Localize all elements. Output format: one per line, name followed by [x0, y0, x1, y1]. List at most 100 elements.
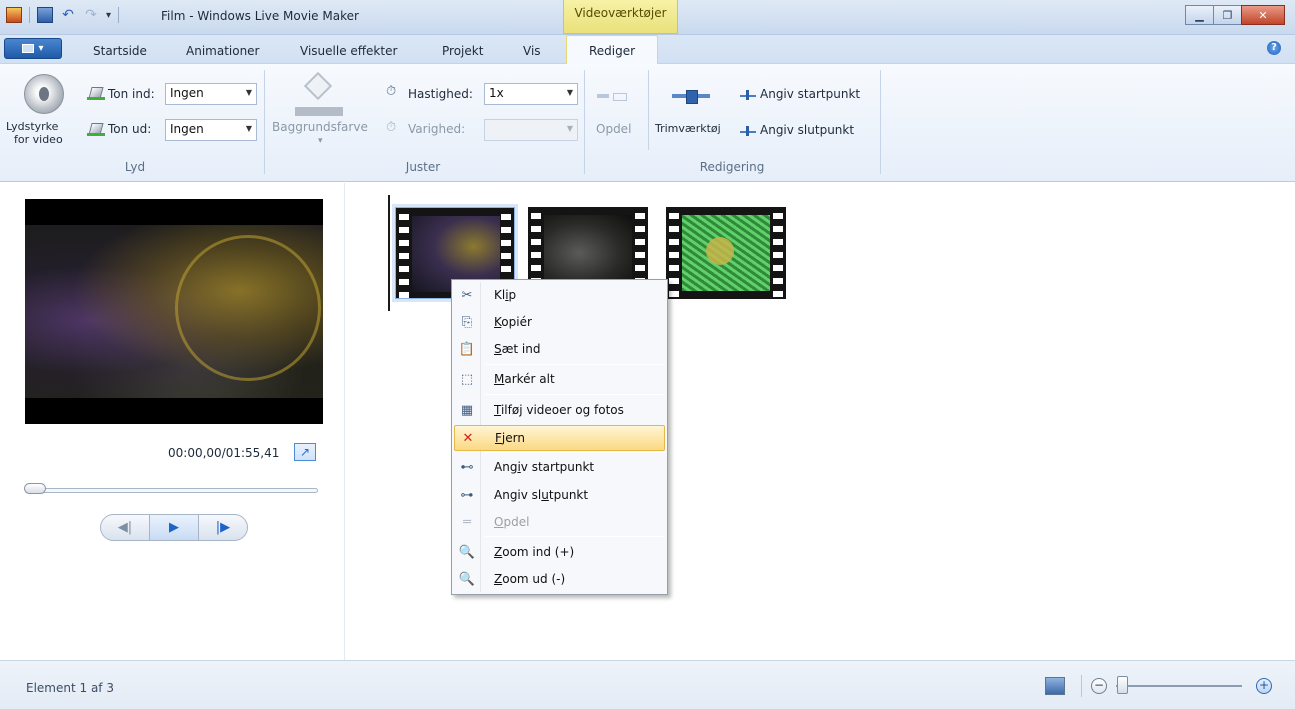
next-frame-button[interactable]: |▶ [199, 515, 247, 540]
chevron-down-icon: ▼ [245, 88, 252, 97]
menu-item-label: Angiv slutpunkt [494, 488, 589, 502]
save-icon[interactable] [37, 7, 53, 23]
tab-animationer[interactable]: Animationer [186, 44, 260, 58]
window-controls: ▁ ❐ ✕ [1185, 5, 1285, 25]
qat-customize-dropdown-icon[interactable]: ▾ [106, 10, 111, 21]
background-color-icon [292, 71, 346, 118]
title-bar: ↶ ↷ ▾ Film - Windows Live Movie Maker Vi… [0, 0, 1295, 35]
menu-item-remove[interactable]: ✕ Fjern [454, 425, 665, 451]
window-title: Film - Windows Live Movie Maker [161, 9, 359, 23]
group-separator [584, 70, 585, 174]
menu-item-zoom-in[interactable]: 🔍 Zoom ind (+) [454, 539, 665, 565]
menu-separator [485, 394, 665, 395]
trim-tool-icon [672, 90, 710, 104]
fade-in-value: Ingen [170, 86, 204, 100]
speed-dropdown[interactable]: 1x ▼ [484, 83, 578, 105]
status-separator [1081, 675, 1082, 697]
tab-startside[interactable]: Startside [93, 44, 147, 58]
split-button[interactable]: Opdel [596, 122, 631, 136]
menu-item-label: Fjern [495, 431, 525, 445]
app-icon[interactable] [6, 7, 22, 23]
status-bar: Element 1 af 3 − + [0, 660, 1295, 709]
menu-item-label: Markér alt [494, 372, 555, 386]
menu-item-add-videos-photos[interactable]: ▦ Tilføj videoer og fotos [454, 397, 665, 423]
video-volume-icon[interactable] [24, 74, 64, 114]
zoom-slider[interactable] [1116, 685, 1242, 687]
menu-item-label: Sæt ind [494, 342, 541, 356]
menu-item-label: Zoom ind (+) [494, 545, 575, 559]
fade-in-icon [87, 86, 105, 100]
menu-item-label: Kopiér [494, 315, 532, 329]
zoom-in-button[interactable]: + [1256, 678, 1272, 694]
storyboard-clip[interactable] [666, 207, 786, 299]
play-button[interactable]: ▶ [149, 515, 199, 540]
zoom-out-button[interactable]: − [1091, 678, 1107, 694]
menu-item-zoom-out[interactable]: 🔍 Zoom ud (-) [454, 566, 665, 592]
file-menu-button[interactable]: ▾ [4, 38, 62, 59]
help-icon[interactable]: ? [1267, 41, 1281, 55]
menu-separator [485, 364, 665, 365]
ribbon-panel: Lydstyrke for video Ton ind: Ingen ▼ Ton… [0, 64, 1295, 182]
chevron-down-icon: ▼ [245, 124, 252, 133]
speed-value: 1x [489, 86, 504, 100]
tab-rediger[interactable]: Rediger [566, 35, 659, 65]
menu-item-select-all[interactable]: ⬚ Markér alt [454, 366, 665, 392]
video-frame [25, 225, 323, 398]
undo-icon[interactable]: ↶ [60, 7, 76, 23]
fade-in-dropdown[interactable]: Ingen ▼ [165, 83, 257, 105]
video-preview[interactable] [25, 199, 323, 424]
zoom-slider-handle[interactable] [1117, 676, 1128, 694]
seek-bar[interactable] [26, 488, 318, 493]
film-perforation [773, 209, 783, 297]
duration-icon: ⏱ [386, 120, 397, 135]
menu-item-split[interactable]: ═ Opdel [454, 509, 665, 535]
set-end-point-button[interactable]: Angiv slutpunkt [760, 123, 854, 137]
zoom-out-icon: 🔍 [458, 571, 476, 587]
set-start-point-button[interactable]: Angiv startpunkt [760, 87, 860, 101]
fade-out-icon [87, 122, 105, 136]
context-tab-group: Videoværktøjer [563, 0, 678, 34]
tab-visuelle-effekter[interactable]: Visuelle effekter [300, 44, 397, 58]
fullscreen-button[interactable]: ↗ [294, 443, 316, 461]
fade-in-label: Ton ind: [108, 87, 155, 101]
select-all-icon: ⬚ [460, 371, 474, 387]
film-perforation [399, 210, 409, 298]
menu-separator [485, 536, 665, 537]
restore-button[interactable]: ❐ [1213, 5, 1242, 25]
menu-item-cut[interactable]: ✂ Klip [454, 282, 665, 308]
minimize-button[interactable]: ▁ [1185, 5, 1214, 25]
video-volume-label-line1[interactable]: Lydstyrke [6, 120, 58, 133]
menu-item-set-end-point[interactable]: ⊶ Angiv slutpunkt [454, 482, 665, 508]
menu-item-label: Tilføj videoer og fotos [494, 403, 624, 417]
thumbnail-size-icon[interactable] [1045, 677, 1065, 695]
seek-handle[interactable] [24, 483, 46, 494]
menu-item-copy[interactable]: ⎘ Kopiér [454, 309, 665, 335]
file-menu-icon [22, 44, 35, 53]
duration-dropdown[interactable]: ▼ [484, 119, 578, 141]
playback-controls: ◀| ▶ |▶ [100, 514, 248, 541]
scissors-icon: ✂ [461, 287, 473, 303]
redo-icon[interactable]: ↷ [83, 7, 99, 23]
add-media-icon: ▦ [460, 402, 474, 418]
insertion-cursor [388, 195, 390, 311]
menu-item-paste[interactable]: 📋 Sæt ind [454, 336, 665, 362]
set-start-point-icon [740, 90, 756, 100]
video-volume-label-line2[interactable]: for video [14, 133, 63, 146]
menu-item-set-start-point[interactable]: ⊷ Angiv startpunkt [454, 454, 665, 480]
set-end-icon: ⊶ [460, 487, 474, 503]
group-separator [648, 70, 649, 150]
background-color-button[interactable]: Baggrundsfarve [272, 120, 368, 134]
tab-vis[interactable]: Vis [523, 44, 541, 58]
previous-frame-button[interactable]: ◀| [101, 515, 149, 540]
editing-group-label: Redigering [699, 160, 765, 174]
status-text: Element 1 af 3 [26, 681, 114, 695]
menu-item-label: Angiv startpunkt [494, 460, 595, 474]
close-button[interactable]: ✕ [1241, 5, 1285, 25]
clip-thumbnail [682, 215, 770, 291]
tab-projekt[interactable]: Projekt [442, 44, 483, 58]
qat-separator [29, 7, 30, 23]
qat-separator [118, 7, 120, 23]
fade-out-dropdown[interactable]: Ingen ▼ [165, 119, 257, 141]
preview-pane: 00:00,00/01:55,41 ↗ ◀| ▶ |▶ [0, 183, 345, 660]
trim-tool-button[interactable]: Trimværktøj [655, 122, 721, 135]
